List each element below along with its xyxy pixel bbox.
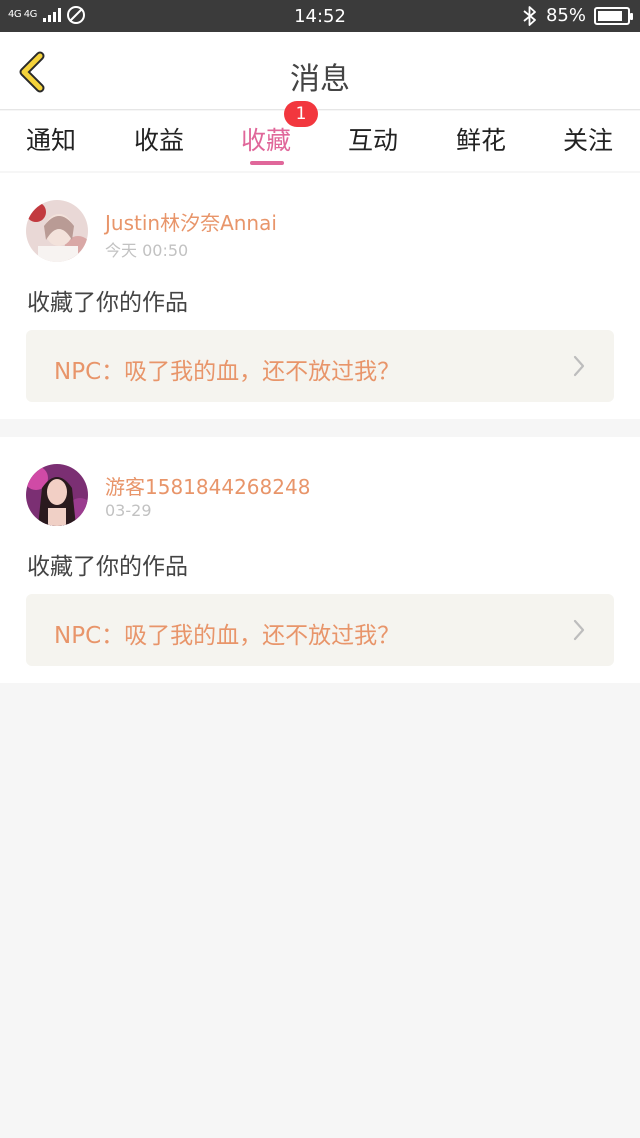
chevron-right-icon [573, 619, 585, 641]
message-card: Justin林汐奈Annai 今天 00:50 收藏了你的作品 NPC：吸了我的… [0, 173, 640, 419]
user-name[interactable]: 游客1581844268248 [105, 471, 310, 500]
message-action: 收藏了你的作品 [27, 290, 188, 316]
work-link[interactable]: NPC：吸了我的血，还不放过我？ [26, 330, 614, 402]
tab-flowers[interactable]: 鲜花 [436, 121, 526, 157]
work-title: NPC：吸了我的血，还不放过我？ [54, 359, 401, 385]
chevron-right-icon [573, 355, 585, 377]
page-title: 消息 [290, 62, 350, 97]
user-name[interactable]: Justin林汐奈Annai [105, 207, 277, 236]
nav-header: 消息 [0, 32, 640, 110]
message-time: 03-29 [105, 501, 152, 520]
battery-fill [598, 10, 622, 21]
message-card: 游客1581844268248 03-29 收藏了你的作品 NPC：吸了我的血，… [0, 437, 640, 683]
battery-percent: 85% [545, 5, 586, 26]
active-tab-indicator [250, 161, 284, 165]
work-link[interactable]: NPC：吸了我的血，还不放过我？ [26, 594, 614, 666]
message-action: 收藏了你的作品 [27, 554, 188, 580]
battery-icon [594, 6, 633, 25]
work-title: NPC：吸了我的血，还不放过我？ [54, 623, 401, 649]
tab-following[interactable]: 关注 [543, 121, 633, 157]
status-right: 85% [522, 5, 633, 26]
status-bar: 4G 4G 14:52 85% [0, 0, 640, 32]
avatar[interactable] [26, 464, 88, 526]
tab-earnings[interactable]: 收益 [114, 121, 204, 157]
tab-bar: 通知 收益 收藏 互动 鲜花 关注 [0, 111, 640, 171]
tab-interactions[interactable]: 互动 [328, 121, 418, 157]
tab-notifications[interactable]: 通知 [6, 121, 96, 157]
bluetooth-icon [523, 5, 536, 26]
message-time: 今天 00:50 [105, 241, 189, 260]
avatar[interactable] [26, 200, 88, 262]
unread-badge: 1 [284, 101, 318, 127]
